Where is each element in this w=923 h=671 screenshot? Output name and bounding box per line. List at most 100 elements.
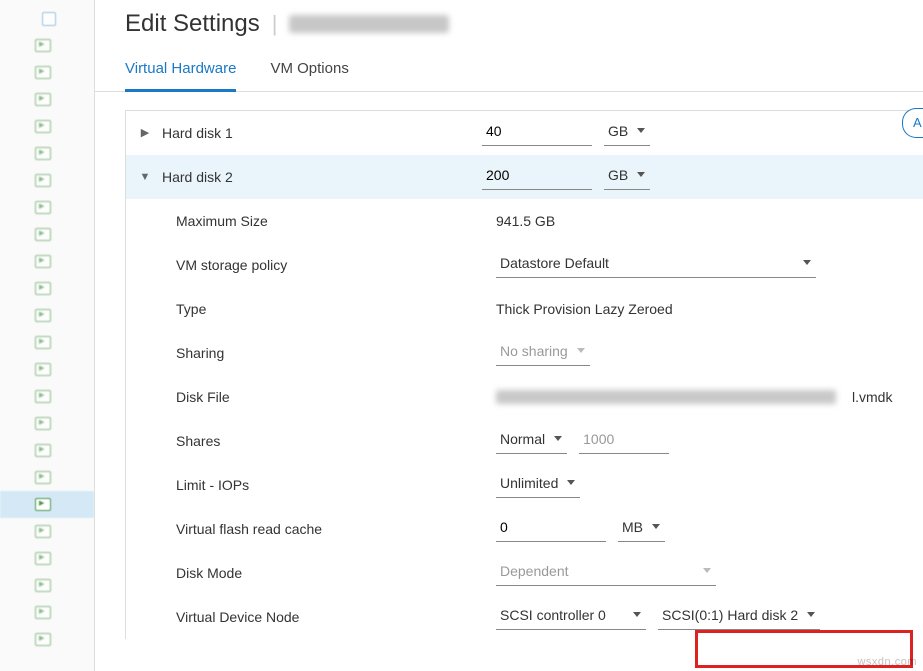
sidebar-item[interactable]	[0, 59, 94, 86]
vm-icon	[35, 93, 51, 106]
add-device-button[interactable]: A	[902, 108, 923, 138]
row-vfrc: Virtual flash read cache MB	[126, 507, 923, 551]
hd2-size-input[interactable]	[482, 163, 592, 190]
disk-file-suffix: l.vmdk	[852, 389, 892, 405]
sidebar-item[interactable]	[0, 599, 94, 626]
sharing-select: No sharing	[496, 339, 590, 366]
disk-mode-label: Disk Mode	[176, 565, 496, 581]
vm-icon	[35, 579, 51, 592]
vfrc-value-input[interactable]	[496, 515, 606, 542]
max-size-label: Maximum Size	[176, 213, 496, 229]
chevron-down-icon[interactable]: ▼	[138, 171, 152, 183]
nav-sidebar	[0, 0, 95, 671]
sidebar-item[interactable]	[0, 410, 94, 437]
sidebar-item[interactable]	[0, 113, 94, 140]
watermark: wsxdn.com	[857, 656, 917, 668]
sidebar-item-selected[interactable]	[0, 491, 94, 518]
vdn-slot-select[interactable]: SCSI(0:1) Hard disk 2	[658, 603, 820, 630]
row-disk-mode: Disk Mode Dependent	[126, 551, 923, 595]
sidebar-item[interactable]	[0, 86, 94, 113]
storage-policy-label: VM storage policy	[176, 257, 496, 273]
hd2-label: Hard disk 2	[162, 169, 482, 185]
vm-icon	[35, 174, 51, 187]
vm-icon	[35, 633, 51, 646]
vm-icon	[35, 309, 51, 322]
limit-select[interactable]: Unlimited	[496, 471, 580, 498]
vm-icon	[35, 606, 51, 619]
row-virtual-device-node: Virtual Device Node SCSI controller 0 SC…	[126, 595, 923, 639]
sidebar-item[interactable]	[0, 5, 94, 32]
sidebar-item[interactable]	[0, 167, 94, 194]
vm-icon	[35, 39, 51, 52]
max-size-value: 941.5 GB	[496, 213, 555, 229]
sidebar-item[interactable]	[0, 140, 94, 167]
settings-panel: ▶ Hard disk 1 GB ▼ Hard disk 2 GB Maximu…	[125, 110, 923, 639]
vm-icon	[35, 255, 51, 268]
shares-label: Shares	[176, 433, 496, 449]
vm-icon	[35, 444, 51, 457]
sidebar-item[interactable]	[0, 464, 94, 491]
disk-file-label: Disk File	[176, 389, 496, 405]
vm-icon	[35, 147, 51, 160]
sidebar-item[interactable]	[0, 329, 94, 356]
sidebar-item[interactable]	[0, 572, 94, 599]
row-hard-disk-1: ▶ Hard disk 1 GB	[126, 111, 923, 155]
sidebar-item[interactable]	[0, 383, 94, 410]
chevron-right-icon[interactable]: ▶	[138, 126, 152, 139]
main-panel: Edit Settings | Virtual Hardware VM Opti…	[95, 0, 923, 671]
vm-icon	[35, 201, 51, 214]
type-value: Thick Provision Lazy Zeroed	[496, 301, 673, 317]
sidebar-item[interactable]	[0, 356, 94, 383]
vdn-controller-select[interactable]: SCSI controller 0	[496, 603, 646, 630]
sidebar-item[interactable]	[0, 437, 94, 464]
row-shares: Shares Normal	[126, 419, 923, 463]
vm-icon	[35, 552, 51, 565]
sidebar-item[interactable]	[0, 221, 94, 248]
shares-value-input	[579, 427, 669, 454]
sidebar-item[interactable]	[0, 545, 94, 572]
storage-policy-select[interactable]: Datastore Default	[496, 251, 816, 278]
vm-leaf-icon	[42, 12, 56, 26]
hd1-label: Hard disk 1	[162, 125, 482, 141]
vm-name-redacted	[289, 15, 449, 33]
hd1-unit-select[interactable]: GB	[604, 119, 650, 146]
sidebar-item[interactable]	[0, 275, 94, 302]
hd2-unit-select[interactable]: GB	[604, 163, 650, 190]
vfrc-unit-select[interactable]: MB	[618, 515, 665, 542]
title-row: Edit Settings |	[95, 10, 923, 38]
vm-icon	[35, 525, 51, 538]
shares-level-select[interactable]: Normal	[496, 427, 567, 454]
vm-icon	[35, 417, 51, 430]
row-disk-file: Disk File l.vmdk	[126, 375, 923, 419]
sidebar-item[interactable]	[0, 248, 94, 275]
sidebar-item[interactable]	[0, 32, 94, 59]
vm-icon	[35, 282, 51, 295]
title-separator: |	[272, 11, 278, 37]
tab-bar: Virtual Hardware VM Options	[95, 60, 923, 92]
row-hard-disk-2: ▼ Hard disk 2 GB	[126, 155, 923, 199]
sidebar-item[interactable]	[0, 194, 94, 221]
vfrc-label: Virtual flash read cache	[176, 521, 496, 537]
sidebar-item[interactable]	[0, 302, 94, 329]
sharing-label: Sharing	[176, 345, 496, 361]
vm-icon	[35, 228, 51, 241]
row-sharing: Sharing No sharing	[126, 331, 923, 375]
row-max-size: Maximum Size 941.5 GB	[126, 199, 923, 243]
row-storage-policy: VM storage policy Datastore Default	[126, 243, 923, 287]
vm-icon	[35, 390, 51, 403]
tab-vm-options[interactable]: VM Options	[270, 60, 348, 91]
vm-icon	[35, 66, 51, 79]
vm-icon	[35, 336, 51, 349]
page-title: Edit Settings	[125, 10, 260, 38]
row-limit-iops: Limit - IOPs Unlimited	[126, 463, 923, 507]
sidebar-item[interactable]	[0, 518, 94, 545]
row-type: Type Thick Provision Lazy Zeroed	[126, 287, 923, 331]
vdn-label: Virtual Device Node	[176, 609, 496, 625]
sidebar-item[interactable]	[0, 626, 94, 653]
disk-file-path-redacted	[496, 390, 836, 404]
tab-virtual-hardware[interactable]: Virtual Hardware	[125, 60, 236, 92]
vm-icon	[35, 471, 51, 484]
hd1-size-input[interactable]	[482, 119, 592, 146]
vm-icon	[35, 498, 51, 511]
limit-label: Limit - IOPs	[176, 477, 496, 493]
